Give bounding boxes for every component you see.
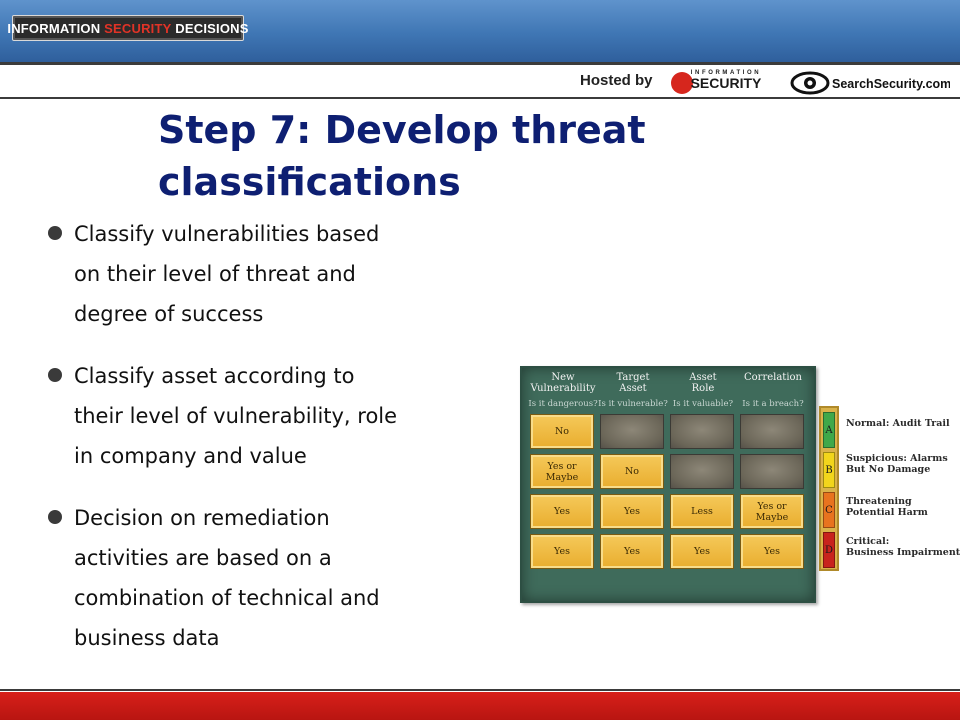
legend-box-a: A <box>823 412 835 448</box>
grid-cell <box>670 414 734 449</box>
grid-cell: No <box>530 414 594 449</box>
hosted-by-label: Hosted by <box>580 72 653 89</box>
grid-cell: Yes <box>740 534 804 569</box>
bullet-line: their level of vulnerability, role <box>74 404 398 428</box>
bullet-item: Classify vulnerabilities based on their … <box>48 214 498 334</box>
bullet-line: degree of success <box>74 302 264 326</box>
bullet-line: business data <box>74 626 220 650</box>
bullet-dot-icon <box>48 226 62 240</box>
grid-cell: Yes <box>530 494 594 529</box>
legend-box-c: C <box>823 492 835 528</box>
bullet-dot-icon <box>48 368 62 382</box>
slide-title-line-2: classifications <box>158 160 461 204</box>
legend-label-line: Business Impairment <box>846 547 960 558</box>
grid-cell <box>600 414 664 449</box>
grid-cell: Yes <box>600 534 664 569</box>
bullet-line: Decision on remediation <box>74 506 330 530</box>
information-security-logo: INFORMATION SECURITY <box>671 70 762 94</box>
column-header: New Vulnerability <box>528 372 598 394</box>
grid-cell <box>740 454 804 489</box>
bullet-list: Classify vulnerabilities based on their … <box>48 214 498 680</box>
grid-cell: Yes <box>600 494 664 529</box>
bullet-item: Classify asset according to their level … <box>48 356 498 476</box>
column-title: Vulnerability <box>530 383 596 394</box>
legend-label-line: Potential Harm <box>846 507 928 518</box>
grid-cell <box>670 454 734 489</box>
bullet-line: combination of technical and <box>74 586 380 610</box>
legend-label-line: Critical: <box>846 536 890 547</box>
bullet-item: Decision on remediation activities are b… <box>48 498 498 658</box>
column-title: Role <box>691 383 715 394</box>
column-question: Is it dangerous? <box>528 399 598 409</box>
bullet-line: on their level of threat and <box>74 262 356 286</box>
column-header: Target Asset <box>598 372 668 394</box>
legend-strip: ABCD <box>819 406 839 571</box>
header-bottom-divider <box>0 97 960 99</box>
legend-label-a: Normal: Audit Trail <box>846 418 960 429</box>
searchsecurity-logo: SearchSecurity.com <box>790 71 950 95</box>
grid-cell: Yes or Maybe <box>530 454 594 489</box>
column-question: Is it vulnerable? <box>598 399 668 409</box>
grid-cell: Less <box>670 494 734 529</box>
legend-label-b: Suspicious: Alarms But No Damage <box>846 453 960 475</box>
column-header: Asset Role <box>668 372 738 394</box>
footer-band <box>0 692 960 720</box>
legend-label-line: Normal: Audit Trail <box>846 418 950 429</box>
grid-cell: No <box>600 454 664 489</box>
bullet-line: activities are based on a <box>74 546 332 570</box>
header-divider <box>0 62 960 65</box>
bullet-line: Classify vulnerabilities based <box>74 222 380 246</box>
column-question: Is it valuable? <box>672 399 734 409</box>
column-question: Is it a breach? <box>742 399 804 409</box>
infosec-logo-main-text: SECURITY <box>691 75 762 91</box>
threat-classification-diagram: New Vulnerability Target Asset Asset Rol… <box>520 366 960 606</box>
legend-label-line: Threatening <box>846 496 912 507</box>
legend-box-d: D <box>823 532 835 568</box>
column-title: Correlation <box>744 372 802 383</box>
searchsecurity-logo-text: SearchSecurity.com <box>832 77 950 91</box>
column-title: Asset <box>619 383 647 394</box>
bullet-dot-icon <box>48 510 62 524</box>
header-band: INFORMATION SECURITY DECISIONS <box>0 0 960 62</box>
column-title: Target <box>616 372 650 383</box>
grid-cell: Yes <box>670 534 734 569</box>
bullet-line: in company and value <box>74 444 307 468</box>
eye-icon <box>790 71 830 95</box>
legend-label-c: Threatening Potential Harm <box>846 496 960 518</box>
legend-label-line: Suspicious: Alarms <box>846 453 948 464</box>
legend-label-d: Critical: Business Impairment <box>846 536 960 558</box>
legend-box-b: B <box>823 452 835 488</box>
grid-cell: Yes or Maybe <box>740 494 804 529</box>
grid-cell <box>740 414 804 449</box>
footer-divider <box>0 689 960 691</box>
logo-text-part1: INFORMATION <box>7 20 105 36</box>
logo-text-part2: DECISIONS <box>171 20 249 36</box>
event-logo: INFORMATION SECURITY DECISIONS <box>7 15 248 41</box>
slide-title: Step 7: Develop threat classifications <box>158 104 758 208</box>
classification-board: New Vulnerability Target Asset Asset Rol… <box>520 366 816 603</box>
column-title: Asset <box>689 372 717 383</box>
column-title: New <box>551 372 575 383</box>
logo-text-accent: SECURITY <box>104 20 172 36</box>
grid-cell: Yes <box>530 534 594 569</box>
slide-title-line-1: Step 7: Develop threat <box>158 108 646 152</box>
legend-label-line: But No Damage <box>846 464 931 475</box>
column-header: Correlation <box>738 372 808 383</box>
bullet-line: Classify asset according to <box>74 364 355 388</box>
